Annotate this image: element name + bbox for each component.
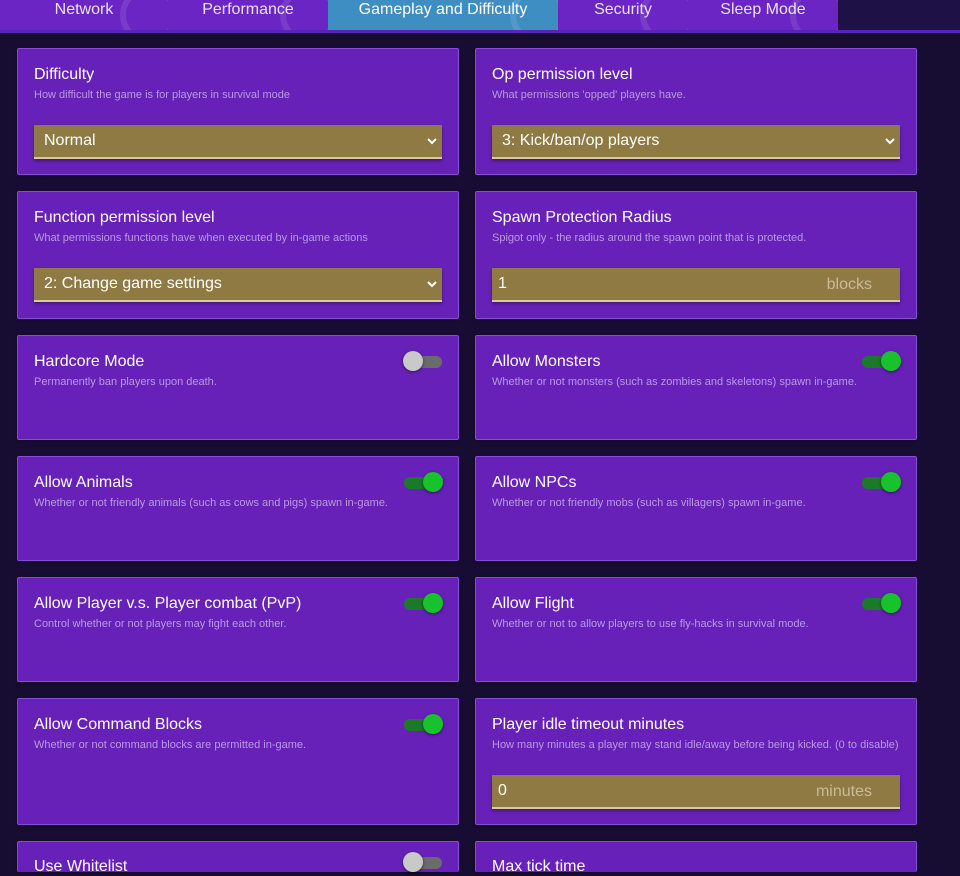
toggle-knob [423,472,443,492]
toggle-knob [881,593,901,613]
allow-animals-description: Whether or not friendly animals (such as… [34,497,388,509]
allow-monsters-title: Allow Monsters [492,353,601,370]
idle-timeout-unit: minutes [815,783,872,800]
difficulty-card: Difficulty How difficult the game is for… [17,48,459,175]
allow-npcs-toggle[interactable] [861,470,901,494]
toggle-knob [403,351,423,371]
toggle-knob [423,593,443,613]
allow-flight-toggle[interactable] [861,591,901,615]
difficulty-select[interactable]: Normal [34,125,442,159]
function-permission-select[interactable]: 2: Change game settings [34,268,442,302]
spawn-protection-value: 1 [498,275,507,292]
op-permission-select[interactable]: 3: Kick/ban/op players [492,125,900,159]
function-permission-title: Function permission level [34,209,215,226]
tab-performance[interactable]: Performance [168,0,328,30]
allow-animals-card: Allow Animals Whether or not friendly an… [17,456,459,561]
hardcore-title: Hardcore Mode [34,353,145,370]
settings-tab-bar: Network Performance Gameplay and Difficu… [0,0,960,33]
max-tick-time-card: Max tick time [475,841,917,875]
use-whitelist-toggle[interactable] [403,850,443,874]
hardcore-toggle[interactable] [403,349,443,373]
allow-command-blocks-description: Whether or not command blocks are permit… [34,739,307,751]
allow-npcs-description: Whether or not friendly mobs (such as vi… [492,497,806,509]
moon-icon [790,0,838,30]
spawn-protection-card: Spawn Protection Radius Spigot only - th… [475,191,917,319]
tab-network[interactable]: Network [0,0,168,30]
toggle-knob [423,714,443,734]
allow-command-blocks-toggle[interactable] [403,712,443,736]
allow-command-blocks-card: Allow Command Blocks Whether or not comm… [17,698,459,825]
tab-network-label: Network [54,1,114,18]
op-permission-selected-value: 3: Kick/ban/op players [502,132,660,149]
spawn-protection-unit: blocks [826,276,872,293]
allow-npcs-card: Allow NPCs Whether or not friendly mobs … [475,456,917,561]
allow-pvp-title: Allow Player v.s. Player combat (PvP) [34,595,302,612]
tab-security[interactable]: Security [558,0,688,30]
hardcore-card: Hardcore Mode Permanently ban players up… [17,335,459,440]
allow-npcs-title: Allow NPCs [492,474,577,491]
function-permission-selected-value: 2: Change game settings [44,275,222,292]
op-permission-description: What permissions 'opped' players have. [492,89,686,101]
op-permission-title: Op permission level [492,66,633,83]
idle-timeout-card: Player idle timeout minutes How many min… [475,698,917,825]
allow-flight-card: Allow Flight Whether or not to allow pla… [475,577,917,682]
hardcore-description: Permanently ban players upon death. [34,376,217,388]
function-permission-description: What permissions functions have when exe… [34,232,368,244]
idle-timeout-title: Player idle timeout minutes [492,716,685,733]
performance-icon [280,0,328,30]
tab-gameplay-and-difficulty[interactable]: Gameplay and Difficulty [328,0,558,30]
key-icon [640,0,688,30]
chevron-down-icon [427,281,437,288]
difficulty-title: Difficulty [34,66,95,83]
toggle-knob [881,472,901,492]
spawn-protection-title: Spawn Protection Radius [492,209,672,226]
network-icon [120,0,168,30]
spawn-protection-description: Spigot only - the radius around the spaw… [492,232,807,244]
allow-animals-title: Allow Animals [34,474,133,491]
use-whitelist-title: Use Whitelist [34,858,128,875]
idle-timeout-description: How many minutes a player may stand idle… [492,739,899,751]
allow-command-blocks-title: Allow Command Blocks [34,716,203,733]
chevron-down-icon [885,138,895,145]
difficulty-description: How difficult the game is for players in… [34,89,290,101]
allow-monsters-toggle[interactable] [861,349,901,373]
spawn-protection-input[interactable]: 1 blocks [492,268,900,302]
allow-monsters-card: Allow Monsters Whether or not monsters (… [475,335,917,440]
toggle-knob [881,351,901,371]
allow-monsters-description: Whether or not monsters (such as zombies… [492,376,857,388]
allow-flight-title: Allow Flight [492,595,574,612]
use-whitelist-card: Use Whitelist [17,841,459,875]
idle-timeout-value: 0 [498,782,507,799]
idle-timeout-input[interactable]: 0 minutes [492,775,900,809]
op-permission-card: Op permission level What permissions 'op… [475,48,917,175]
function-permission-card: Function permission level What permissio… [17,191,459,319]
tab-gameplay-label: Gameplay and Difficulty [358,1,528,18]
toggle-knob [403,852,423,872]
allow-animals-toggle[interactable] [403,470,443,494]
allow-pvp-card: Allow Player v.s. Player combat (PvP) Co… [17,577,459,682]
chevron-down-icon [427,138,437,145]
allow-flight-description: Whether or not to allow players to use f… [492,618,809,630]
difficulty-selected-value: Normal [44,132,96,149]
max-tick-time-title: Max tick time [492,858,586,875]
gameplay-icon [510,0,558,30]
tab-sleep-mode[interactable]: Sleep Mode [688,0,838,30]
allow-pvp-toggle[interactable] [403,591,443,615]
allow-pvp-description: Control whether or not players may fight… [34,618,287,630]
